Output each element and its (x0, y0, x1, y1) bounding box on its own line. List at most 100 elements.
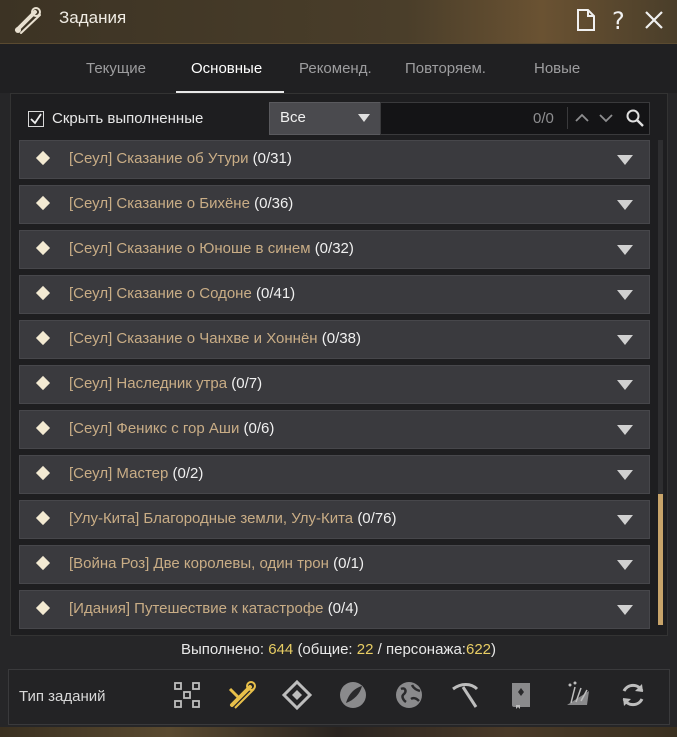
quest-name: [Война Роз] Две королевы, один трон (69, 555, 329, 572)
quest-name: [Сеул] Феникс с гор Аши (69, 420, 240, 437)
quest-progress: (0/2) (172, 465, 204, 482)
diamond-bullet-icon (35, 375, 51, 391)
window-title: Задания (59, 8, 127, 27)
completed-label: Выполнено: (180, 641, 265, 658)
quest-item[interactable]: [Идания] Путешествие к катастрофе (0/4) (19, 590, 650, 629)
common-label: (общие: (297, 641, 353, 658)
checkmark-icon (30, 113, 42, 125)
quest-name: [Сеул] Наследник утра (69, 375, 228, 392)
svg-text:?: ? (612, 7, 625, 34)
quest-progress: (0/1) (333, 555, 364, 572)
quest-type-label: Тип заданий (19, 688, 106, 705)
quest-item[interactable]: [Война Роз] Две королевы, один трон (0/1… (19, 545, 650, 584)
quest-progress: (0/32) (314, 240, 354, 257)
character-count: 622 (465, 641, 492, 658)
tab-new[interactable]: Новые (534, 60, 580, 77)
diamond-bullet-icon (35, 465, 51, 481)
expand-arrow-icon[interactable] (617, 290, 633, 300)
chevron-down-icon (358, 114, 370, 122)
diamond-bullet-icon (35, 330, 51, 346)
feather-type-icon[interactable] (337, 679, 369, 711)
expand-arrow-icon[interactable] (617, 605, 633, 615)
quest-item[interactable]: [Сеул] Сказание о Бихёне (0/36) (19, 185, 650, 224)
all-types-icon[interactable] (171, 679, 203, 711)
search-divider (567, 107, 568, 129)
quest-progress: (0/41) (255, 285, 296, 302)
quest-item[interactable]: [Сеул] Сказание об Утури (0/31) (19, 140, 650, 179)
background-strip (0, 727, 677, 737)
expand-arrow-icon[interactable] (617, 560, 633, 570)
globe-type-icon[interactable] (393, 679, 425, 711)
scroll-icon (13, 6, 45, 36)
quest-progress: (0/7) (231, 375, 263, 392)
quest-item[interactable]: [Сеул] Сказание о Чанхве и Хоннён (0/38) (19, 320, 650, 359)
filter-row: Скрыть выполненные Все 0/0 (14, 101, 650, 135)
summary-separator: / (377, 641, 382, 658)
quest-progress: (0/6) (243, 420, 275, 437)
chevron-up-icon[interactable] (575, 111, 589, 125)
scrollbar-thumb[interactable] (658, 494, 663, 625)
quest-window: Задания ? Текущие Основные Рекоменд. Пов… (0, 0, 677, 737)
chevron-down-icon[interactable] (599, 111, 613, 125)
title-bar[interactable]: Задания ? (0, 0, 677, 44)
scroll-type-icon[interactable] (226, 679, 258, 711)
fan-type-icon[interactable] (561, 679, 593, 711)
book-type-icon[interactable] (505, 679, 537, 711)
quest-name: [Сеул] Сказание о Юноше в синем (69, 240, 311, 257)
quest-item[interactable]: [Сеул] Феникс с гор Аши (0/6) (19, 410, 650, 449)
diamond-bullet-icon (35, 420, 51, 436)
expand-arrow-icon[interactable] (617, 335, 633, 345)
quest-item[interactable]: [Сеул] Мастер (0/2) (19, 455, 650, 494)
quest-progress: (0/36) (254, 195, 294, 212)
expand-arrow-icon[interactable] (617, 200, 633, 210)
diamond-bullet-icon (35, 285, 51, 301)
tab-recommended[interactable]: Рекоменд. (299, 60, 372, 77)
help-icon[interactable]: ? (606, 6, 632, 35)
quest-name: [Сеул] Сказание о Содоне (69, 285, 252, 302)
expand-arrow-icon[interactable] (617, 245, 633, 255)
quest-name: [Сеул] Сказание о Чанхве и Хоннён (69, 330, 318, 347)
quest-item[interactable]: [Сеул] Наследник утра (0/7) (19, 365, 650, 404)
quest-progress: (0/4) (327, 600, 359, 617)
diamond-bullet-icon (35, 555, 51, 571)
completed-count: 644 (268, 641, 294, 658)
quest-name: [Улу-Кита] Благородные земли, Улу-Кита (69, 510, 354, 527)
expand-arrow-icon[interactable] (617, 425, 633, 435)
document-icon[interactable] (573, 6, 599, 34)
diamond-type-icon[interactable] (281, 679, 313, 711)
tab-main[interactable]: Основные (191, 60, 262, 77)
refresh-type-icon[interactable] (617, 679, 649, 711)
common-count: 22 (356, 641, 374, 658)
quest-name: [Сеул] Сказание о Бихёне (69, 195, 250, 212)
quest-progress: (0/38) (321, 330, 361, 347)
pickaxe-type-icon[interactable] (449, 679, 481, 711)
diamond-bullet-icon (35, 600, 51, 616)
expand-arrow-icon[interactable] (617, 380, 633, 390)
quest-name: [Сеул] Мастер (69, 465, 169, 482)
expand-arrow-icon[interactable] (617, 515, 633, 525)
quest-progress: (0/31) (252, 150, 292, 167)
close-icon[interactable] (641, 6, 667, 34)
quest-item[interactable]: [Сеул] Сказание о Юноше в синем (0/32) (19, 230, 650, 269)
category-select-value: Все (280, 109, 306, 126)
completion-summary: Выполнено: 644 (общие: 22 / персонажа:62… (0, 641, 677, 658)
diamond-bullet-icon (35, 150, 51, 166)
tab-current[interactable]: Текущие (86, 60, 146, 77)
tab-repeatable[interactable]: Повторяем. (405, 60, 486, 77)
hide-completed-checkbox[interactable] (28, 111, 44, 127)
search-input[interactable]: 0/0 (380, 102, 650, 135)
diamond-bullet-icon (35, 510, 51, 526)
expand-arrow-icon[interactable] (617, 155, 633, 165)
quest-progress: (0/76) (357, 510, 397, 527)
search-icon[interactable] (626, 109, 644, 127)
hide-completed-label[interactable]: Скрыть выполненные (52, 110, 203, 127)
category-select[interactable]: Все (269, 102, 381, 135)
expand-arrow-icon[interactable] (617, 470, 633, 480)
search-result-count: 0/0 (533, 110, 554, 127)
quest-item[interactable]: [Сеул] Сказание о Содоне (0/41) (19, 275, 650, 314)
diamond-bullet-icon (35, 240, 51, 256)
diamond-bullet-icon (35, 195, 51, 211)
character-label: персонажа: (385, 641, 466, 658)
tab-bar: Текущие Основные Рекоменд. Повторяем. Но… (0, 44, 677, 93)
quest-item[interactable]: [Улу-Кита] Благородные земли, Улу-Кита (… (19, 500, 650, 539)
